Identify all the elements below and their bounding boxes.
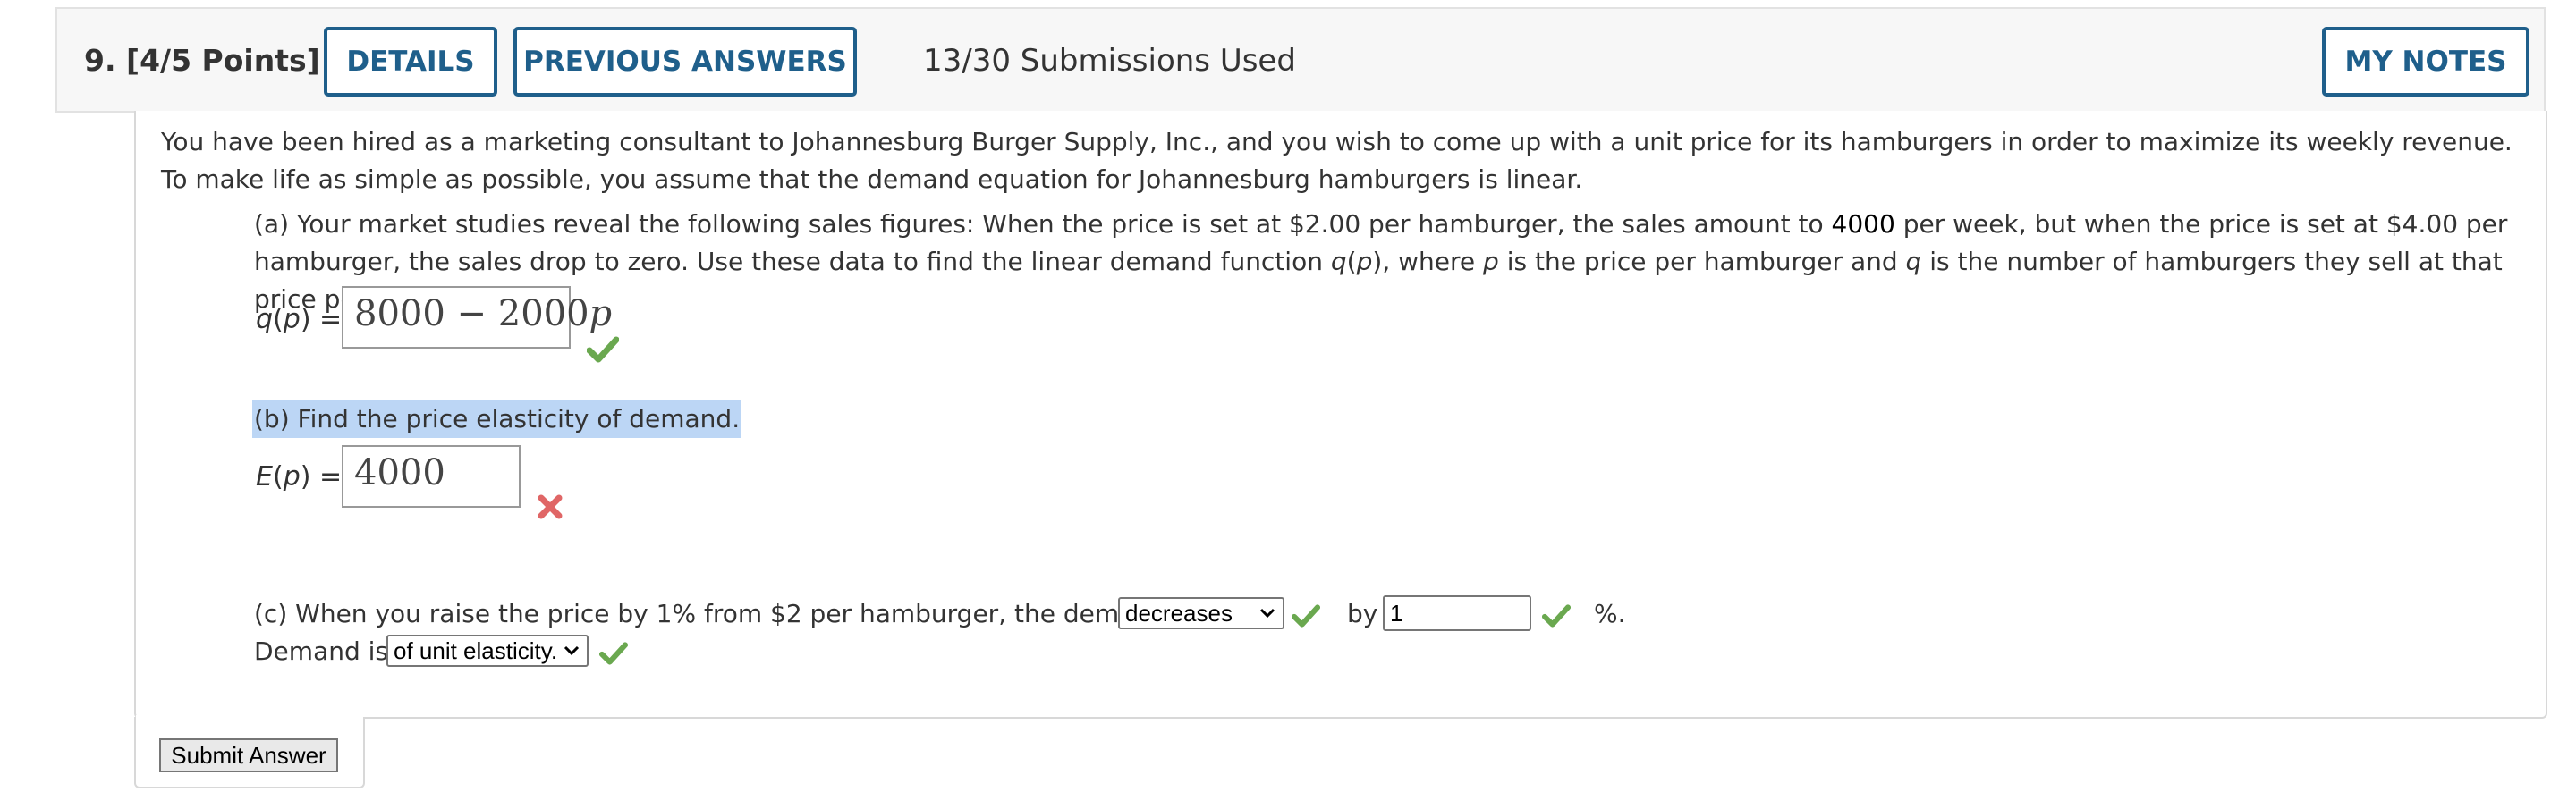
chevron-down-icon [564, 645, 580, 656]
x-icon [538, 494, 563, 519]
part-a-answer-main: 8000 − 2000 [354, 293, 589, 334]
part-a-text-3: , where [1382, 247, 1484, 276]
question-header: 9. [4/5 Points] DETAILS PREVIOUS ANSWERS… [55, 7, 2546, 113]
part-b-answer-box[interactable]: 4000 [342, 445, 521, 508]
question-intro: You have been hired as a marketing consu… [161, 127, 2512, 194]
func-p: p [1356, 247, 1373, 276]
previous-answers-button[interactable]: PREVIOUS ANSWERS [513, 27, 857, 97]
part-a-answer-var: p [589, 293, 613, 334]
my-notes-button[interactable]: MY NOTES [2322, 27, 2529, 97]
percent-sign: %. [1594, 599, 1626, 628]
check-icon [587, 336, 619, 363]
part-c-text-2: Demand is [254, 636, 389, 666]
demand-direction-value: decreases [1125, 599, 1233, 627]
func-open: ( [1346, 247, 1357, 276]
details-button[interactable]: DETAILS [324, 27, 497, 97]
sales-amount: 4000 [1831, 209, 1895, 239]
var-p: p [1483, 247, 1499, 276]
question-points: [4/5 Points] [126, 43, 320, 78]
demand-direction-select[interactable]: decreases [1118, 597, 1284, 629]
chevron-down-icon [1259, 608, 1275, 619]
check-icon [1542, 604, 1571, 628]
elasticity-value: of unit elasticity. [394, 636, 558, 664]
question-number-label: 9. [84, 43, 116, 78]
func-close: ) [1372, 247, 1383, 276]
var-q: q [1905, 247, 1922, 276]
elasticity-select[interactable]: of unit elasticity. [386, 635, 589, 667]
label-e-arg: p [283, 461, 301, 493]
part-a-answer-box[interactable]: 8000 − 2000p [342, 286, 612, 349]
label-e-func: E [256, 461, 273, 493]
question-number: 9. [4/5 Points] [84, 43, 320, 78]
percent-change-input[interactable] [1383, 595, 1531, 631]
part-a-answer-label: q(p) = [256, 304, 343, 335]
by-label: by [1347, 599, 1378, 628]
submissions-used: 13/30 Submissions Used [923, 43, 1296, 79]
func-q: q [1330, 247, 1347, 276]
part-b-text: (b) Find the price elasticity of demand. [252, 400, 742, 438]
label-q-func: q [256, 304, 274, 335]
submit-area-join [136, 715, 363, 720]
part-c-text-1: (c) When you raise the price by 1% from … [254, 599, 1166, 628]
check-icon [599, 642, 628, 665]
check-icon [1292, 604, 1320, 628]
part-a-text-4: is the price per hamburger and [1498, 247, 1906, 276]
label-q-arg: p [283, 304, 301, 335]
part-a-text-1: (a) Your market studies reveal the follo… [254, 209, 1832, 239]
part-b-answer-label: E(p) = [256, 461, 343, 493]
submit-answer-button[interactable]: Submit Answer [159, 738, 338, 772]
